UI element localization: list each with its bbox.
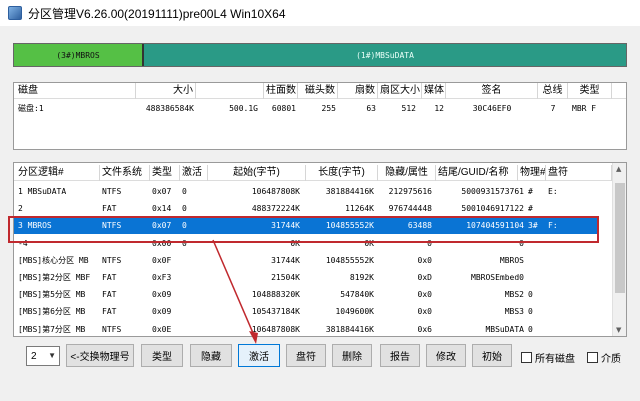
annotation-arrow-icon (212, 239, 258, 344)
modify-button[interactable]: 修改 (426, 344, 466, 367)
report-button[interactable]: 报告 (380, 344, 420, 367)
hide-button[interactable]: 隐藏 (190, 344, 232, 367)
disk-number-select[interactable]: 2 ▼ (26, 346, 60, 366)
delete-button[interactable]: 删除 (332, 344, 372, 367)
all-disks-checkbox[interactable]: 所有磁盘 (521, 350, 575, 365)
activate-button[interactable]: 激活 (238, 344, 280, 367)
checkbox-box[interactable] (521, 352, 532, 363)
init-button[interactable]: 初始 (472, 344, 512, 367)
type-button[interactable]: 类型 (141, 344, 183, 367)
chevron-down-icon: ▼ (48, 351, 56, 360)
swap-physical-button[interactable]: <-交换物理号 (66, 344, 134, 367)
checkbox-box[interactable] (587, 352, 598, 363)
bottom-toolbar: 2 ▼ <-交换物理号 类型 隐藏 激活 盘符 删除 报告 修改 初始 所有磁盘… (0, 344, 640, 374)
media-checkbox[interactable]: 介质 (587, 350, 621, 365)
drive-letter-button[interactable]: 盘符 (286, 344, 326, 367)
